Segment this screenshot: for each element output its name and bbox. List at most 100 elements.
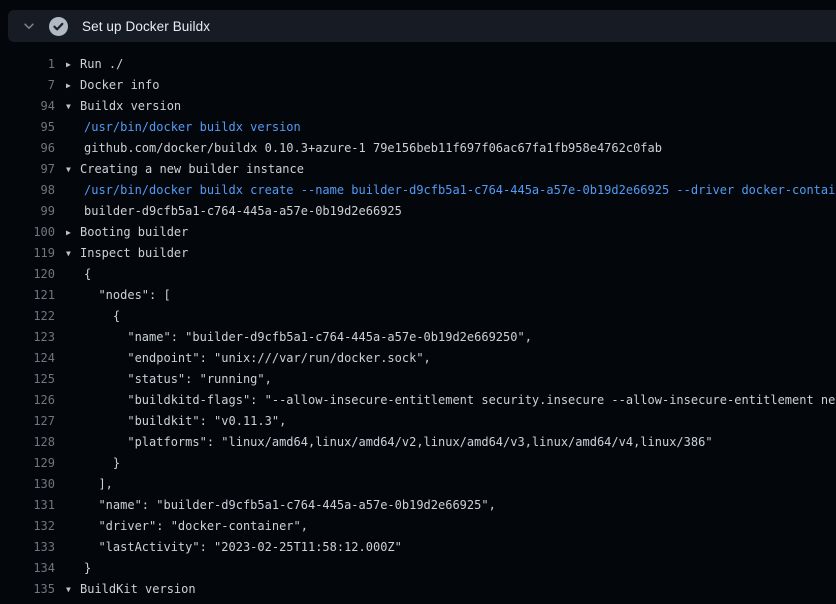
line-number[interactable]: 97 bbox=[0, 159, 55, 180]
group-label: Buildx version bbox=[80, 99, 181, 113]
log-line: 134} bbox=[0, 558, 836, 579]
group-label: BuildKit version bbox=[80, 582, 196, 596]
command-text: /usr/bin/docker buildx create --name bui… bbox=[84, 180, 836, 201]
log-group-header[interactable]: ▶Booting builder bbox=[66, 222, 188, 244]
log-group-row[interactable]: 97 ▼Creating a new builder instance bbox=[0, 159, 836, 180]
line-number[interactable]: 121 bbox=[0, 285, 55, 306]
line-number[interactable]: 7 bbox=[0, 75, 55, 96]
output-text: } bbox=[84, 558, 91, 579]
triangle-expanded-icon[interactable]: ▼ bbox=[66, 96, 80, 117]
output-text: github.com/docker/buildx 0.10.3+azure-1 … bbox=[84, 138, 662, 159]
log-group-header[interactable]: ▼Creating a new builder instance bbox=[66, 159, 304, 181]
triangle-collapsed-icon[interactable]: ▶ bbox=[66, 222, 80, 243]
output-text: "buildkitd-flags": "--allow-insecure-ent… bbox=[84, 390, 836, 411]
line-number[interactable]: 119 bbox=[0, 243, 55, 264]
triangle-collapsed-icon[interactable]: ▶ bbox=[66, 75, 80, 96]
line-number[interactable]: 135 bbox=[0, 579, 55, 600]
log-line: 127 "buildkit": "v0.11.3", bbox=[0, 411, 836, 432]
log-line: 133 "lastActivity": "2023-02-25T11:58:12… bbox=[0, 537, 836, 558]
output-text: } bbox=[84, 453, 120, 474]
line-number[interactable]: 126 bbox=[0, 390, 55, 411]
line-number[interactable]: 123 bbox=[0, 327, 55, 348]
line-number[interactable]: 125 bbox=[0, 369, 55, 390]
output-text: "lastActivity": "2023-02-25T11:58:12.000… bbox=[84, 537, 402, 558]
log-group-header[interactable]: ▼BuildKit version bbox=[66, 579, 196, 601]
step-header-row[interactable]: Set up Docker Buildx bbox=[8, 10, 836, 42]
line-number[interactable]: 99 bbox=[0, 201, 55, 222]
line-number[interactable]: 98 bbox=[0, 180, 55, 201]
log-line: 123 "name": "builder-d9cfb5a1-c764-445a-… bbox=[0, 327, 836, 348]
log-line: 95/usr/bin/docker buildx version bbox=[0, 117, 836, 138]
line-number[interactable]: 100 bbox=[0, 222, 55, 243]
log-line: 131 "name": "builder-d9cfb5a1-c764-445a-… bbox=[0, 495, 836, 516]
line-number[interactable]: 120 bbox=[0, 264, 55, 285]
triangle-expanded-icon[interactable]: ▼ bbox=[66, 579, 80, 600]
log-group-header[interactable]: ▶Run ./ bbox=[66, 54, 123, 76]
line-number[interactable]: 136 bbox=[0, 600, 55, 604]
log-line: 126 "buildkitd-flags": "--allow-insecure… bbox=[0, 390, 836, 411]
output-text: "name": "builder-d9cfb5a1-c764-445a-a57e… bbox=[84, 327, 532, 348]
output-text: "name": "builder-d9cfb5a1-c764-445a-a57e… bbox=[84, 495, 496, 516]
line-number[interactable]: 94 bbox=[0, 96, 55, 117]
log-line: 124 "endpoint": "unix:///var/run/docker.… bbox=[0, 348, 836, 369]
output-text: "endpoint": "unix:///var/run/docker.sock… bbox=[84, 348, 431, 369]
triangle-expanded-icon[interactable]: ▼ bbox=[66, 159, 80, 180]
triangle-expanded-icon[interactable]: ▼ bbox=[66, 243, 80, 264]
group-label: Run ./ bbox=[80, 57, 123, 71]
output-text: ], bbox=[84, 474, 113, 495]
line-number[interactable]: 132 bbox=[0, 516, 55, 537]
output-text: "buildkit": "v0.11.3", bbox=[84, 411, 286, 432]
output-text: "platforms": "linux/amd64,linux/amd64/v2… bbox=[84, 432, 713, 453]
command-text: /usr/bin/docker buildx version bbox=[84, 117, 301, 138]
chevron-down-icon[interactable] bbox=[14, 19, 44, 33]
line-number[interactable]: 134 bbox=[0, 558, 55, 579]
log-line: 120 { bbox=[0, 264, 836, 285]
log-line: 125 "status": "running", bbox=[0, 369, 836, 390]
line-number[interactable]: 122 bbox=[0, 306, 55, 327]
group-label: Docker info bbox=[80, 78, 159, 92]
group-label: Booting builder bbox=[80, 225, 188, 239]
line-number[interactable]: 95 bbox=[0, 117, 55, 138]
log-line: 132 "driver": "docker-container", bbox=[0, 516, 836, 537]
output-text: { bbox=[84, 306, 120, 327]
log-group-row[interactable]: 100 ▶Booting builder bbox=[0, 222, 836, 243]
line-number[interactable]: 130 bbox=[0, 474, 55, 495]
log-group-header[interactable]: ▶Docker info bbox=[66, 75, 159, 97]
triangle-collapsed-icon[interactable]: ▶ bbox=[66, 54, 80, 75]
log-group-row[interactable]: 119 ▼Inspect builder bbox=[0, 243, 836, 264]
line-number[interactable]: 131 bbox=[0, 495, 55, 516]
log-line: 98/usr/bin/docker buildx create --name b… bbox=[0, 180, 836, 201]
log-lines: 1▶Run ./7▶Docker info94▼Buildx version95… bbox=[0, 42, 836, 604]
output-text: "driver": "docker-container", bbox=[84, 516, 308, 537]
group-label: Inspect builder bbox=[80, 246, 188, 260]
log-group-row[interactable]: 135 ▼BuildKit version bbox=[0, 579, 836, 600]
line-number[interactable]: 128 bbox=[0, 432, 55, 453]
log-line: 130 ], bbox=[0, 474, 836, 495]
log-group-header[interactable]: ▼Buildx version bbox=[66, 96, 181, 118]
line-number[interactable]: 124 bbox=[0, 348, 55, 369]
log-line: 122 { bbox=[0, 306, 836, 327]
check-circle-icon bbox=[44, 17, 72, 36]
output-text: builder-d9cfb5a1-c764-445a-a57e-0b19d2e6… bbox=[84, 201, 402, 222]
actions-log-viewer: Set up Docker Buildx 1▶Run ./7▶Docker in… bbox=[0, 0, 836, 604]
log-group-header[interactable]: ▼Inspect builder bbox=[66, 243, 188, 265]
group-label: Creating a new builder instance bbox=[80, 162, 304, 176]
line-number[interactable]: 127 bbox=[0, 411, 55, 432]
log-line: 99 builder-d9cfb5a1-c764-445a-a57e-0b19d2… bbox=[0, 201, 836, 222]
log-group-row[interactable]: 7 ▶Docker info bbox=[0, 75, 836, 96]
output-text: builder-d9cfb5a1-c764-445a-a57e-0b19d2e6… bbox=[84, 600, 474, 604]
line-number[interactable]: 96 bbox=[0, 138, 55, 159]
log-group-row[interactable]: 1 ▶Run ./ bbox=[0, 54, 836, 75]
output-text: "nodes": [ bbox=[84, 285, 171, 306]
line-number[interactable]: 133 bbox=[0, 537, 55, 558]
step-title: Set up Docker Buildx bbox=[82, 19, 210, 34]
line-number[interactable]: 1 bbox=[0, 54, 55, 75]
log-line: 96 github.com/docker/buildx 0.10.3+azure-… bbox=[0, 138, 836, 159]
output-text: "status": "running", bbox=[84, 369, 272, 390]
log-line: 129 } bbox=[0, 453, 836, 474]
output-text: { bbox=[84, 264, 91, 285]
log-line: 136 builder-d9cfb5a1-c764-445a-a57e-0b19d… bbox=[0, 600, 836, 604]
log-line: 128 "platforms": "linux/amd64,linux/amd6… bbox=[0, 432, 836, 453]
line-number[interactable]: 129 bbox=[0, 453, 55, 474]
log-group-row[interactable]: 94 ▼Buildx version bbox=[0, 96, 836, 117]
